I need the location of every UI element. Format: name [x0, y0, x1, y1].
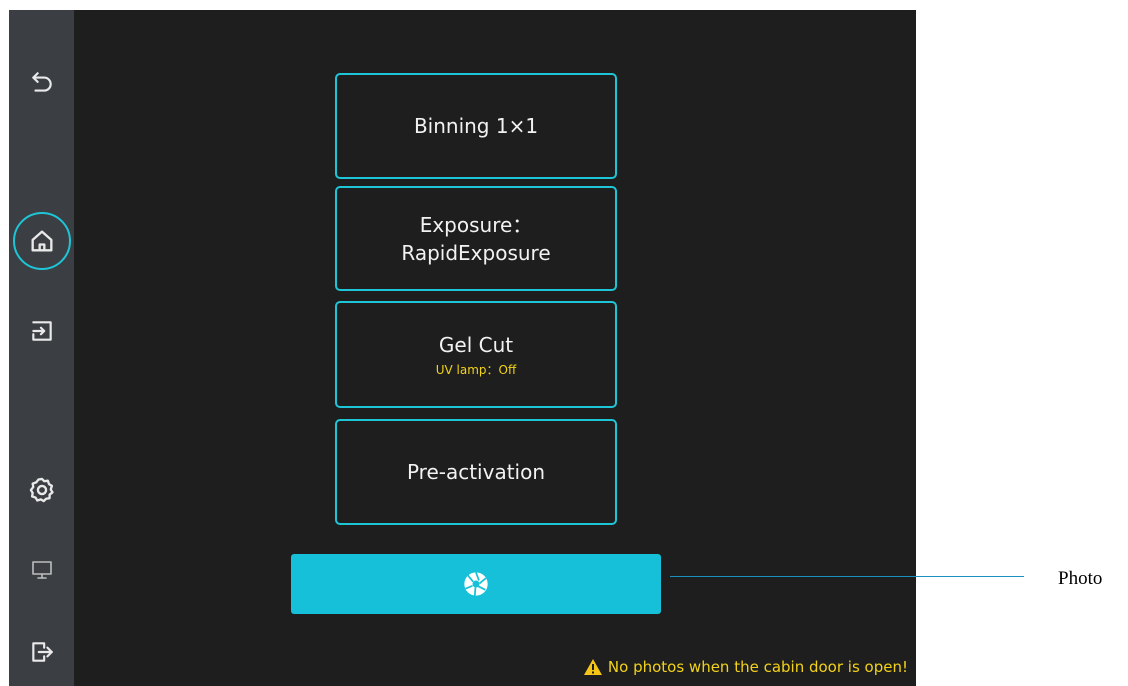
- back-arrow-icon: [31, 72, 52, 92]
- home-button[interactable]: [9, 212, 74, 270]
- exit-button[interactable]: [9, 627, 74, 677]
- uv-lamp-status: UV lamp：Off: [435, 363, 517, 377]
- display-button[interactable]: [9, 545, 74, 595]
- binning-label: Binning 1×1: [413, 114, 539, 138]
- exit-icon: [31, 642, 53, 662]
- annotation-line: [670, 576, 1024, 577]
- camera-shutter-icon: [464, 572, 488, 596]
- monitor-icon: [31, 561, 52, 579]
- pre-activation-option[interactable]: Pre-activation: [335, 419, 617, 525]
- import-icon: [31, 321, 52, 341]
- sidebar: [9, 10, 74, 686]
- binning-option[interactable]: Binning 1×1: [335, 73, 617, 179]
- exposure-option[interactable]: Exposure： RapidExposure: [335, 186, 617, 291]
- exposure-label: Exposure：: [419, 212, 533, 237]
- photo-button[interactable]: [291, 554, 661, 614]
- app-screen: Binning 1×1 Exposure： RapidExposure Gel …: [9, 10, 916, 686]
- door-warning: No photos when the cabin door is open!: [583, 658, 908, 676]
- settings-button[interactable]: [9, 465, 74, 515]
- import-button[interactable]: [9, 306, 74, 356]
- back-button[interactable]: [9, 58, 74, 108]
- gear-icon: [29, 477, 54, 503]
- pre-activation-label: Pre-activation: [406, 460, 546, 484]
- warning-text: No photos when the cabin door is open!: [607, 658, 908, 676]
- annotation-label: Photo: [1058, 568, 1103, 589]
- gel-cut-option[interactable]: Gel Cut UV lamp：Off: [335, 301, 617, 408]
- warning-triangle-icon: [583, 659, 602, 675]
- home-icon: [30, 230, 52, 252]
- gel-cut-label: Gel Cut: [438, 333, 514, 357]
- exposure-value: RapidExposure: [401, 240, 551, 265]
- active-indicator: [12, 212, 71, 270]
